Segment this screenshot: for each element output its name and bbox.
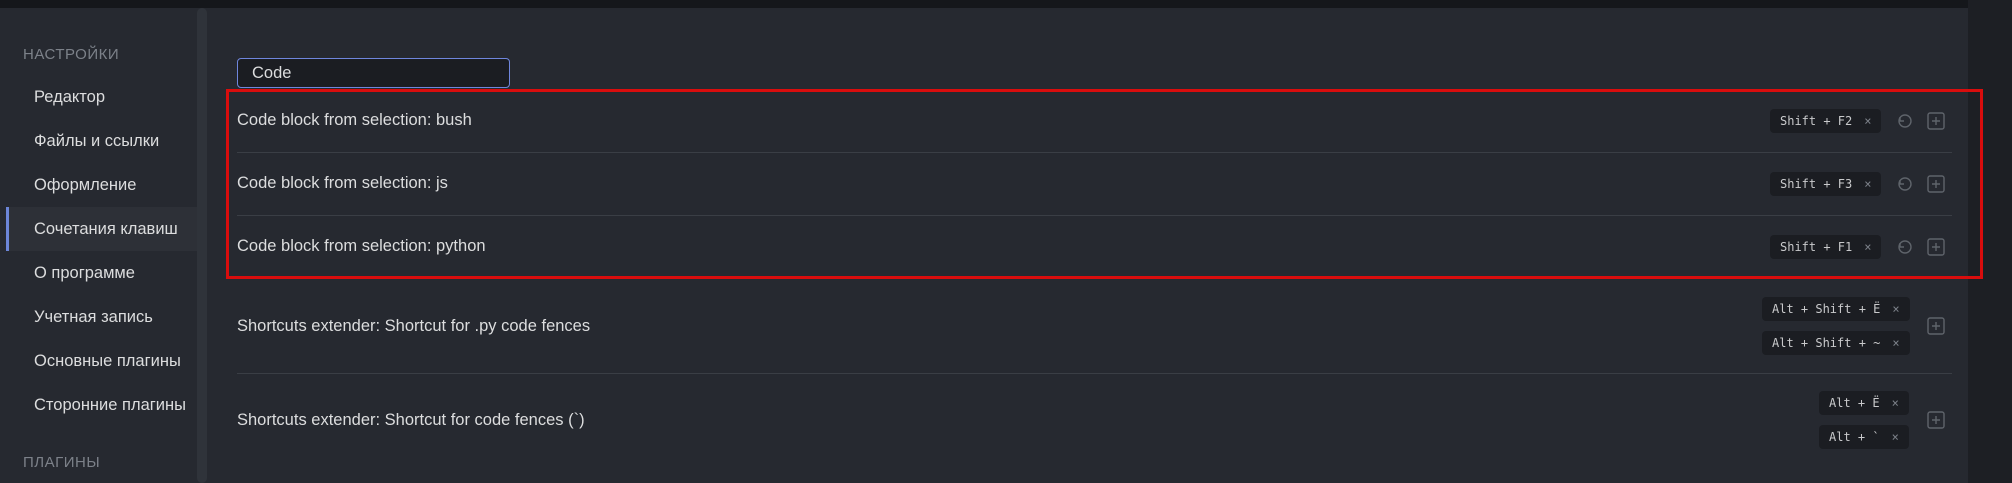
hotkey-row-label: Code block from selection: js — [237, 174, 448, 192]
hotkey-chip: Alt + Ё × — [1819, 391, 1909, 415]
remove-hotkey-icon[interactable]: × — [1892, 396, 1899, 410]
restore-icon[interactable] — [1896, 238, 1914, 256]
sidebar-item-appearance[interactable]: Оформление — [6, 163, 197, 207]
row-divider — [237, 373, 1952, 374]
remove-hotkey-icon[interactable]: × — [1864, 177, 1871, 191]
remove-hotkey-icon[interactable]: × — [1892, 430, 1899, 444]
sidebar-item-files-links[interactable]: Файлы и ссылки — [6, 119, 197, 163]
settings-sidebar: НАСТРОЙКИ Редактор Файлы и ссылки Оформл… — [0, 8, 208, 483]
hotkey-chip: Alt + Shift + Ё × — [1762, 297, 1910, 321]
remove-hotkey-icon[interactable]: × — [1864, 240, 1871, 254]
hotkey-row-label: Code block from selection: python — [237, 237, 486, 255]
remove-hotkey-icon[interactable]: × — [1864, 114, 1871, 128]
hotkey-chip: Shift + F2 × — [1770, 109, 1882, 133]
sidebar-item-core-plugins[interactable]: Основные плагины — [6, 339, 197, 383]
hotkey-chip-text: Alt + ` — [1829, 430, 1880, 444]
sidebar-scrollbar[interactable] — [197, 8, 207, 483]
add-hotkey-icon[interactable] — [1927, 112, 1945, 130]
row-divider — [237, 152, 1952, 153]
sidebar-item-about[interactable]: О программе — [6, 251, 197, 295]
hotkey-row-label: Shortcuts extender: Shortcut for .py cod… — [237, 317, 591, 335]
sidebar-item-account[interactable]: Учетная запись — [6, 295, 197, 339]
sidebar-item-editor[interactable]: Редактор — [6, 75, 197, 119]
hotkey-chip-text: Alt + Ё — [1829, 396, 1880, 410]
restore-icon[interactable] — [1896, 112, 1914, 130]
sidebar-item-community-plugins[interactable]: Сторонние плагины — [6, 383, 197, 427]
right-gutter — [1968, 0, 2012, 483]
sidebar-section-plugins: ПЛАГИНЫ — [23, 454, 101, 471]
add-hotkey-icon[interactable] — [1927, 411, 1945, 429]
hotkey-chip-text: Shift + F1 — [1780, 240, 1853, 254]
hotkey-row-label: Code block from selection: bush — [237, 111, 472, 129]
hotkey-chip-text: Shift + F2 — [1780, 114, 1853, 128]
row-divider — [237, 215, 1952, 216]
top-strip — [0, 0, 2012, 8]
restore-icon[interactable] — [1896, 175, 1914, 193]
hotkey-chip-text: Shift + F3 — [1780, 177, 1853, 191]
add-hotkey-icon[interactable] — [1927, 238, 1945, 256]
hotkey-chip: Alt + Shift + ~ × — [1762, 331, 1910, 355]
hotkey-chip: Shift + F3 × — [1770, 172, 1882, 196]
add-hotkey-icon[interactable] — [1927, 317, 1945, 335]
sidebar-item-hotkeys[interactable]: Сочетания клавиш — [6, 207, 197, 251]
remove-hotkey-icon[interactable]: × — [1892, 302, 1899, 316]
hotkey-chip: Alt + ` × — [1819, 425, 1909, 449]
sidebar-section-settings: НАСТРОЙКИ — [23, 46, 120, 63]
hotkey-row-label: Shortcuts extender: Shortcut for code fe… — [237, 411, 585, 429]
hotkey-chip-text: Alt + Shift + Ё — [1772, 302, 1881, 316]
settings-window: НАСТРОЙКИ Редактор Файлы и ссылки Оформл… — [0, 0, 2012, 483]
hotkey-search-input[interactable] — [237, 58, 510, 88]
hotkey-chip: Shift + F1 × — [1770, 235, 1882, 259]
hotkey-chip-text: Alt + Shift + ~ — [1772, 336, 1881, 350]
add-hotkey-icon[interactable] — [1927, 175, 1945, 193]
remove-hotkey-icon[interactable]: × — [1892, 336, 1899, 350]
